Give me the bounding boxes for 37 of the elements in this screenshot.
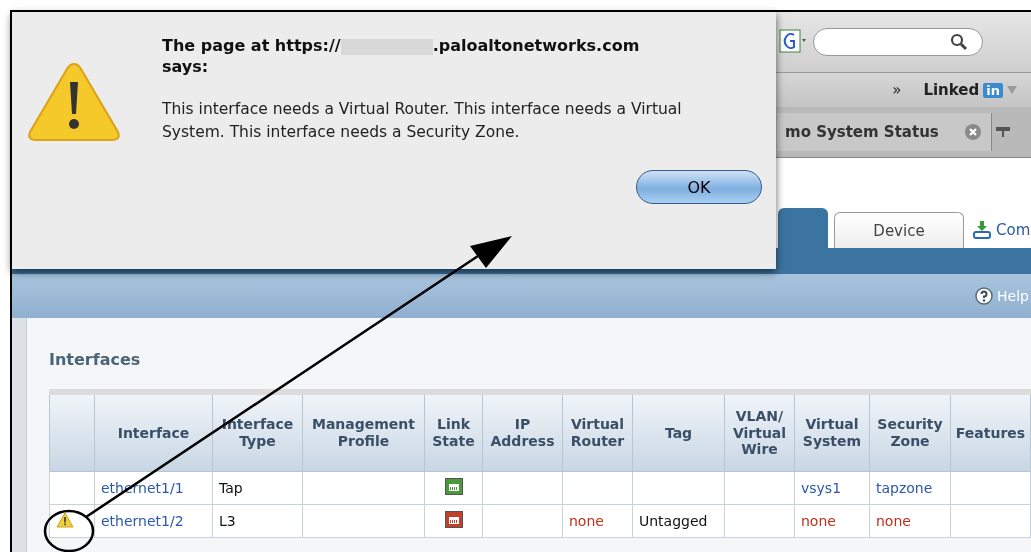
table-cell: none — [801, 513, 836, 529]
search-icon — [950, 33, 968, 51]
overflow-chevron[interactable]: » — [892, 81, 902, 99]
column-header: Interface Type — [212, 392, 303, 472]
table-cell: Tap — [219, 480, 243, 496]
dialog-title: The page at https:// .paloaltonetworks.com says: — [162, 36, 641, 78]
help-icon — [975, 287, 994, 305]
commit-link[interactable]: Com — [972, 212, 1031, 248]
table-cell: none — [876, 513, 911, 529]
column-header: Tag — [632, 392, 725, 472]
warning-icon — [56, 511, 74, 528]
column-header: Security Zone — [869, 392, 951, 472]
column-header: Link State — [424, 392, 483, 472]
dialog-message: This interface needs a Virtual Router. This interface needs a Virtual System. This interface needs a Security Zone. — [162, 98, 683, 143]
close-icon[interactable] — [964, 124, 981, 140]
download-icon — [972, 220, 992, 240]
table-cell: Untagged — [639, 513, 708, 529]
browser-tab[interactable]: mo System Status — [777, 113, 992, 151]
tab-icon — [995, 127, 1010, 137]
table-cell: L3 — [219, 513, 236, 529]
bookmark-link[interactable]: Linked — [923, 81, 980, 99]
column-header: IP Address — [482, 392, 563, 472]
table-cell: none — [569, 513, 604, 529]
bookmark-badge: in — [983, 82, 1003, 98]
dropdown-caret-icon[interactable] — [1007, 86, 1017, 94]
search-engine-icon[interactable] — [779, 29, 809, 55]
column-header: Virtual System — [794, 392, 870, 472]
column-header: Interface — [94, 392, 213, 472]
search-field[interactable] — [813, 28, 983, 56]
nav-tab[interactable]: Device — [834, 212, 964, 248]
section-title: Interfaces — [49, 350, 142, 369]
warning-icon — [26, 60, 122, 144]
column-header: Virtual Router — [562, 392, 633, 472]
column-header: Features — [950, 392, 1031, 472]
column-header: VLAN/ Virtual Wire — [724, 392, 795, 472]
column-header: Management Profile — [302, 392, 425, 472]
ok-button[interactable]: OK — [636, 170, 762, 205]
